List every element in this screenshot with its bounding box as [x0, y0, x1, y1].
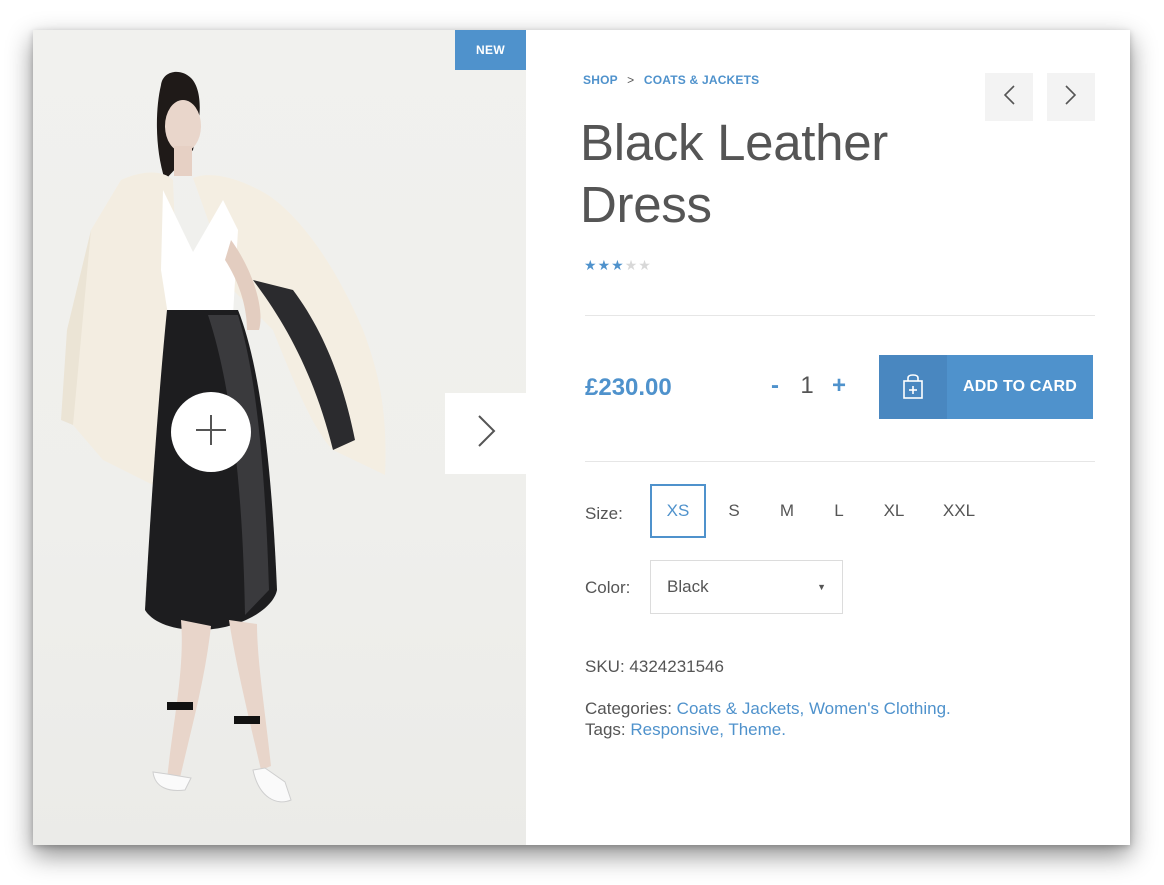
quantity-stepper: - 1 +	[767, 372, 847, 400]
size-label: Size:	[585, 504, 623, 523]
size-options: XS S M L XL XXL	[650, 484, 996, 538]
previous-product-button[interactable]	[985, 73, 1033, 121]
divider	[585, 315, 1095, 316]
size-option-xs[interactable]: XS	[650, 484, 706, 538]
tags-label: Tags:	[585, 720, 626, 739]
sku-label: SKU:	[585, 657, 625, 676]
color-select-value: Black	[667, 577, 709, 596]
star-icon: ★	[597, 257, 611, 273]
shopping-bag-icon	[879, 355, 947, 419]
quantity-increase-button[interactable]: +	[831, 372, 847, 400]
color-select[interactable]: Black ▼	[650, 560, 843, 614]
size-option-xl[interactable]: XL	[866, 484, 922, 538]
sku: SKU: 4324231546	[585, 656, 724, 677]
product-title: Black Leather Dress	[580, 114, 888, 233]
star-icon: ★	[638, 257, 651, 273]
categories-links[interactable]: Coats & Jackets, Women's Clothing.	[677, 699, 951, 718]
breadcrumb-separator: >	[627, 73, 635, 87]
new-badge: NEW	[455, 30, 526, 70]
product-card: NEW SHOP > COATS & JACKETS Black Leather…	[33, 30, 1130, 845]
categories-label: Categories:	[585, 699, 672, 718]
product-image[interactable]: NEW	[33, 30, 526, 845]
sku-value: 4324231546	[629, 657, 724, 676]
add-to-cart-label: ADD TO CARD	[963, 378, 1077, 395]
next-product-button[interactable]	[1047, 73, 1095, 121]
color-label: Color:	[585, 578, 631, 597]
star-icon: ★	[611, 257, 624, 273]
size-option-l[interactable]: L	[812, 484, 866, 538]
size-option-s[interactable]: S	[706, 484, 762, 538]
product-meta: Categories: Coats & Jackets, Women's Clo…	[585, 698, 951, 740]
star-rating: ★ ★ ★ ★ ★	[584, 257, 651, 273]
breadcrumb: SHOP > COATS & JACKETS	[583, 73, 759, 87]
zoom-button[interactable]	[171, 392, 251, 472]
add-to-cart-button[interactable]: ADD TO CARD	[879, 355, 1093, 419]
next-image-button[interactable]	[445, 393, 526, 474]
caret-down-icon: ▼	[817, 582, 826, 592]
breadcrumb-shop-link[interactable]: SHOP	[583, 73, 618, 87]
chevron-right-icon	[475, 413, 497, 454]
divider	[585, 461, 1095, 462]
chevron-right-icon	[1064, 84, 1078, 111]
categories-row: Categories: Coats & Jackets, Women's Clo…	[585, 698, 951, 719]
breadcrumb-category-link[interactable]: COATS & JACKETS	[644, 73, 759, 87]
quantity-value[interactable]: 1	[783, 372, 831, 400]
product-price: £230.00	[585, 374, 672, 401]
star-icon: ★	[624, 257, 638, 273]
plus-icon	[194, 413, 228, 452]
tags-links[interactable]: Responsive, Theme.	[630, 720, 786, 739]
size-option-xxl[interactable]: XXL	[922, 484, 996, 538]
star-icon: ★	[584, 257, 597, 273]
size-option-m[interactable]: M	[762, 484, 812, 538]
tags-row: Tags: Responsive, Theme.	[585, 719, 951, 740]
quantity-decrease-button[interactable]: -	[767, 372, 783, 400]
chevron-left-icon	[1002, 84, 1016, 111]
